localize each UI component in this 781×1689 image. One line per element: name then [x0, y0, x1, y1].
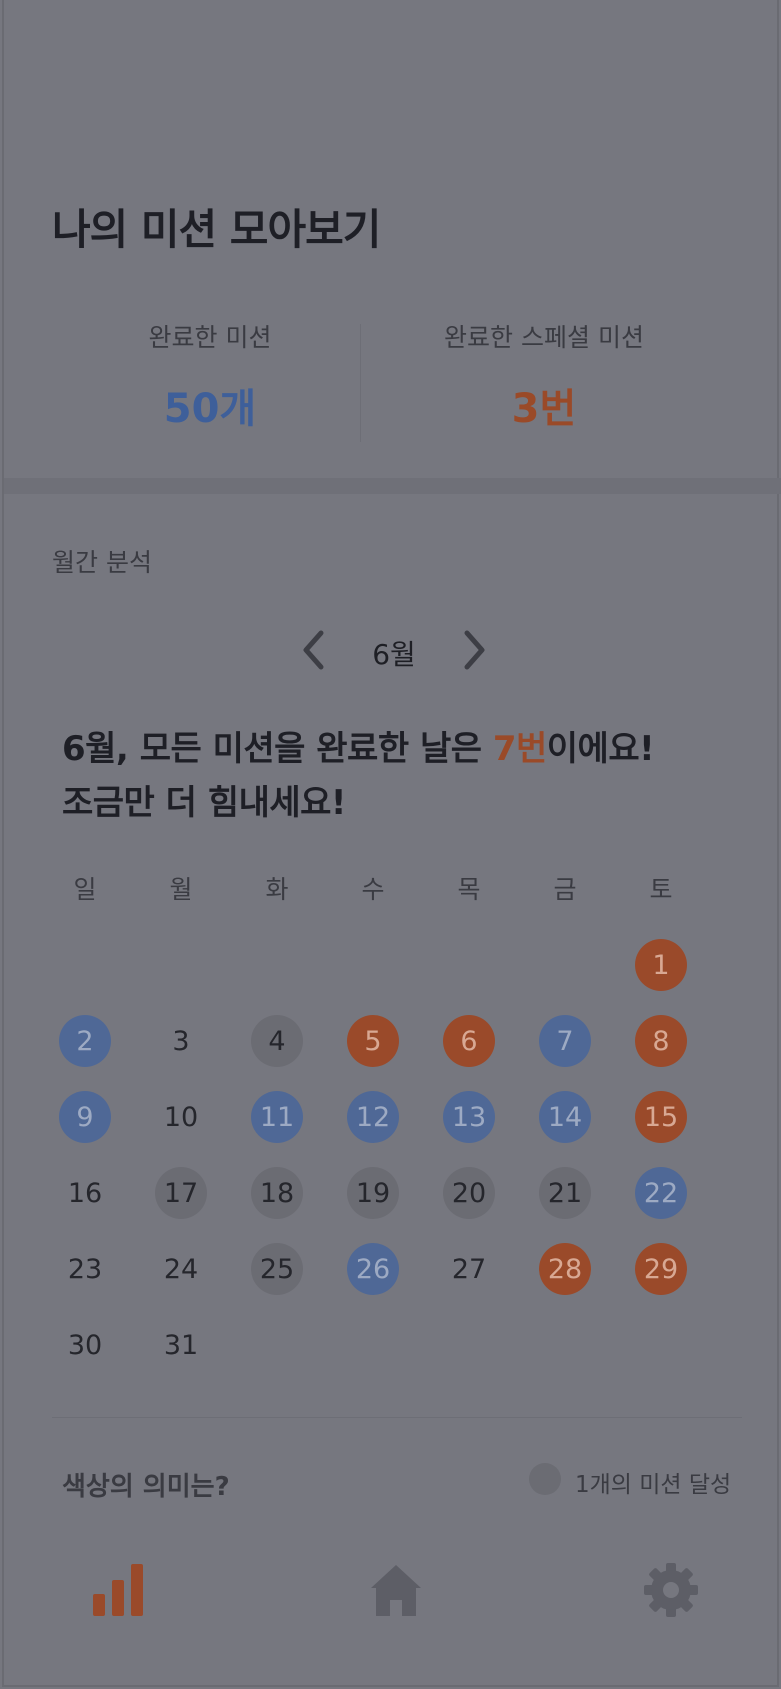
legend-divider	[52, 1417, 742, 1418]
home-icon	[371, 1565, 421, 1616]
calendar-day[interactable]: 8	[635, 1015, 687, 1067]
calendar-day[interactable]: 19	[347, 1167, 399, 1219]
calendar-day[interactable]: 7	[539, 1015, 591, 1067]
calendar-day[interactable]: 14	[539, 1091, 591, 1143]
tab-stats[interactable]	[84, 1555, 154, 1625]
legend-swatch	[529, 1463, 561, 1495]
tab-home[interactable]	[361, 1555, 431, 1625]
calendar-day[interactable]: 10	[155, 1091, 207, 1143]
calendar-day[interactable]: 17	[155, 1167, 207, 1219]
calendar-day[interactable]: 18	[251, 1167, 303, 1219]
calendar-day[interactable]: 23	[59, 1243, 111, 1295]
calendar-day[interactable]: 4	[251, 1015, 303, 1067]
bar-chart-icon	[93, 1564, 143, 1616]
calendar-day[interactable]: 6	[443, 1015, 495, 1067]
calendar-day[interactable]: 12	[347, 1091, 399, 1143]
calendar-day[interactable]: 13	[443, 1091, 495, 1143]
calendar-day[interactable]: 3	[155, 1015, 207, 1067]
calendar-grid: 1 2 3 4 5 6 7 8 9 10 11 12 13 14 15 16 17 18 19 20 21 22 23 24 2…	[33, 0, 753, 1689]
calendar-day[interactable]: 20	[443, 1167, 495, 1219]
calendar-day[interactable]: 9	[59, 1091, 111, 1143]
calendar-day[interactable]: 1	[635, 939, 687, 991]
calendar-day[interactable]: 22	[635, 1167, 687, 1219]
calendar-day[interactable]: 24	[155, 1243, 207, 1295]
calendar-day[interactable]: 16	[59, 1167, 111, 1219]
calendar-day[interactable]: 2	[59, 1015, 111, 1067]
calendar-day[interactable]: 15	[635, 1091, 687, 1143]
calendar-day[interactable]: 30	[59, 1319, 111, 1371]
calendar-day[interactable]: 29	[635, 1243, 687, 1295]
tab-settings[interactable]	[636, 1555, 706, 1625]
calendar-day[interactable]: 21	[539, 1167, 591, 1219]
calendar-day[interactable]: 25	[251, 1243, 303, 1295]
app-screen: 나의 미션 모아보기 완료한 미션 50개 완료한 스페셜 미션 3번 월간 분…	[2, 0, 781, 1689]
legend-item-label: 1개의 미션 달성	[575, 1472, 732, 1498]
calendar-day[interactable]: 26	[347, 1243, 399, 1295]
color-meaning-question[interactable]: 색상의 의미는?	[62, 1466, 230, 1503]
calendar-day[interactable]: 5	[347, 1015, 399, 1067]
calendar-day[interactable]: 28	[539, 1243, 591, 1295]
bottom-tab-bar	[4, 1555, 781, 1625]
calendar-day[interactable]: 11	[251, 1091, 303, 1143]
calendar-day[interactable]: 27	[443, 1243, 495, 1295]
gear-icon	[644, 1563, 698, 1617]
calendar-day[interactable]: 31	[155, 1319, 207, 1371]
